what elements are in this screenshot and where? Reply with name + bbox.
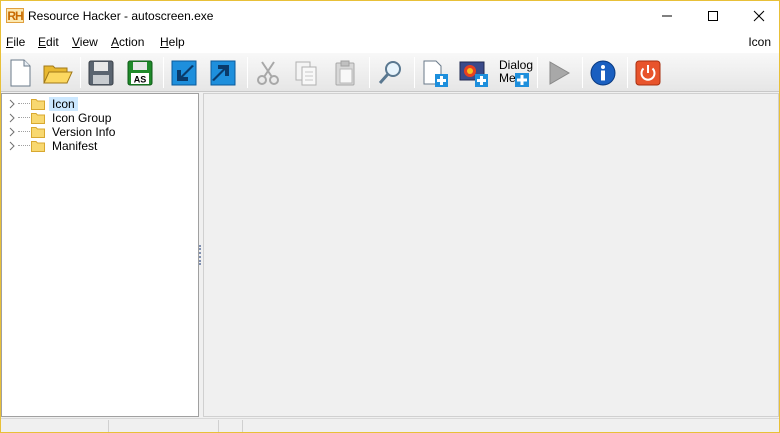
scissors-icon	[257, 61, 279, 85]
open-folder-icon	[43, 65, 73, 84]
paste-clipboard-icon	[335, 60, 355, 86]
folder-icon	[31, 113, 45, 124]
tree-connector	[18, 117, 30, 118]
toolbar-separator	[537, 57, 538, 88]
tree-item[interactable]: Icon Group	[2, 111, 198, 125]
new-file-button[interactable]	[3, 56, 37, 90]
close-icon	[753, 10, 765, 22]
svg-text:AS: AS	[134, 75, 147, 85]
status-cell	[109, 420, 219, 432]
current-resource-type-label: Icon	[748, 35, 771, 49]
tree-item-label[interactable]: Icon Group	[49, 111, 114, 125]
window-title: Resource Hacker - autoscreen.exe	[28, 9, 214, 23]
tree-item[interactable]: Icon	[2, 97, 198, 111]
save-as-icon: AS	[127, 60, 153, 86]
application-window: RH Resource Hacker - autoscreen.exe File…	[0, 0, 780, 433]
copy-button[interactable]	[289, 56, 323, 90]
about-button[interactable]	[586, 56, 620, 90]
tree-connector	[18, 103, 30, 104]
open-file-button[interactable]	[41, 56, 75, 90]
menu-help[interactable]: Help	[160, 35, 185, 49]
expand-chevron-icon[interactable]	[8, 98, 16, 110]
add-plus-icon	[515, 73, 529, 87]
tree-item-label[interactable]: Version Info	[49, 125, 118, 139]
title-bar[interactable]: RH Resource Hacker - autoscreen.exe	[1, 1, 779, 31]
menu-view[interactable]: View	[72, 35, 98, 49]
magnifier-icon	[378, 61, 401, 84]
power-icon	[635, 60, 661, 86]
tree-item-label[interactable]: Manifest	[49, 139, 100, 153]
exit-button[interactable]	[631, 56, 665, 90]
resource-editor-pane[interactable]	[203, 93, 779, 417]
tree-connector	[18, 131, 30, 132]
menu-action[interactable]: Action	[111, 35, 144, 49]
toolbar-separator	[414, 57, 415, 88]
copy-icon	[295, 61, 317, 86]
add-page-icon	[423, 60, 448, 87]
folder-icon	[31, 99, 45, 110]
find-button[interactable]	[373, 56, 407, 90]
tree-item[interactable]: Manifest	[2, 139, 198, 153]
toolbar-separator	[582, 57, 583, 88]
info-icon	[590, 60, 616, 86]
status-bar	[1, 418, 779, 432]
arrow-down-left-icon	[171, 60, 197, 86]
menu-bar: File Edit View Action Help Icon	[1, 31, 779, 53]
tree-connector	[18, 145, 30, 146]
minimize-button[interactable]	[644, 1, 690, 31]
expand-chevron-icon[interactable]	[8, 112, 16, 124]
menu-edit[interactable]: Edit	[38, 35, 59, 49]
add-image-resource-button[interactable]	[457, 56, 491, 90]
splitter-grip[interactable]	[199, 245, 201, 265]
add-image-icon	[459, 61, 488, 87]
save-button[interactable]	[84, 56, 118, 90]
menu-file[interactable]: File	[6, 35, 25, 49]
arrow-up-right-icon	[210, 60, 236, 86]
minimize-icon	[662, 15, 672, 17]
expand-chevron-icon[interactable]	[8, 126, 16, 138]
status-cell	[219, 420, 243, 432]
add-blank-resource-button[interactable]	[418, 56, 452, 90]
tree-item[interactable]: Version Info	[2, 125, 198, 139]
expand-chevron-icon[interactable]	[8, 140, 16, 152]
compile-script-button[interactable]	[541, 56, 575, 90]
toolbar-separator	[163, 57, 164, 88]
import-button[interactable]	[167, 56, 201, 90]
app-logo-icon: RH	[6, 8, 24, 23]
new-file-icon	[10, 59, 31, 87]
folder-icon	[31, 127, 45, 138]
tree-item-label[interactable]: Icon	[49, 97, 78, 111]
paste-button[interactable]	[328, 56, 362, 90]
toolbar: AS Dialog Menu	[1, 53, 779, 92]
folder-icon	[31, 141, 45, 152]
toolbar-separator	[80, 57, 81, 88]
resource-tree[interactable]: Icon Icon Group Version Info Manifest	[1, 93, 199, 417]
save-disk-icon	[88, 60, 114, 86]
toolbar-separator	[627, 57, 628, 88]
close-button[interactable]	[736, 1, 779, 31]
toolbar-separator	[247, 57, 248, 88]
save-as-button[interactable]: AS	[123, 56, 157, 90]
play-icon	[549, 61, 570, 85]
cut-button[interactable]	[251, 56, 285, 90]
toolbar-separator	[369, 57, 370, 88]
status-cell	[1, 420, 109, 432]
maximize-button[interactable]	[690, 1, 736, 31]
maximize-icon	[708, 11, 718, 21]
export-button[interactable]	[206, 56, 240, 90]
dialog-menu-button[interactable]: Dialog Menu	[495, 57, 535, 89]
